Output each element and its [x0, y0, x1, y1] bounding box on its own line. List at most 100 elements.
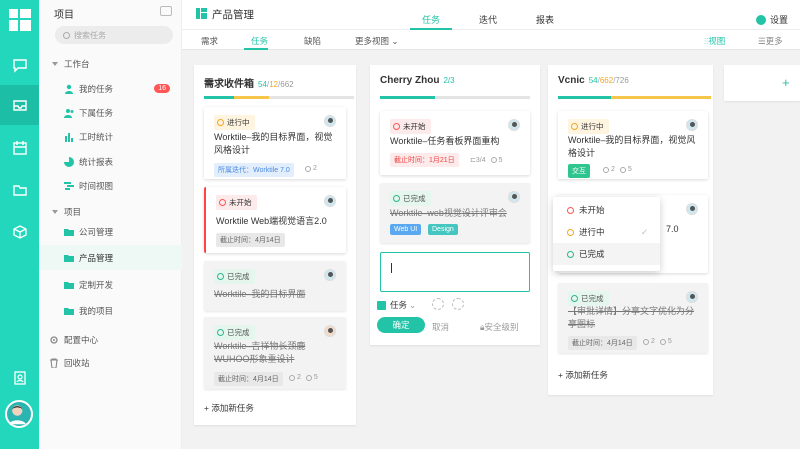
comment-count: 2 — [300, 165, 317, 172]
status-badge[interactable]: 已完成 — [214, 269, 255, 284]
settings-button[interactable]: 设置 — [755, 13, 788, 26]
view-bar: 需求 任务 缺陷 更多视图 ⌄ ⫶⫶ 视图 ☰ 更多 — [182, 30, 800, 50]
sidebar-item-reports[interactable]: 统计报表 — [39, 149, 182, 174]
task-card[interactable]: 已完成 Worktile–吉祥物长颈鹿 WUHOO形象重设计 截止时间：4月14… — [204, 317, 346, 389]
add-task-button[interactable]: + 添加新任务 — [204, 402, 254, 414]
sidebar-item-project[interactable]: 我的项目 — [39, 298, 182, 323]
task-card[interactable]: 已完成 Worktile–web视觉设计评审会 Web UI Design — [380, 183, 530, 243]
column-title[interactable]: Cherry Zhou 2/3 — [380, 75, 455, 86]
status-badge[interactable]: 已完成 — [214, 325, 255, 340]
sidebar: 项目 搜索任务 工作台 我的任务 16 下属任务 工时统计 统计报表 时间视图 … — [39, 0, 182, 449]
rail-calendar-button[interactable] — [0, 128, 39, 168]
column-title[interactable]: Vcnic 54/662/726 — [558, 75, 629, 86]
sidebar-item-project[interactable]: 公司管理 — [39, 219, 182, 244]
projects-group[interactable]: 项目 — [52, 206, 81, 218]
rail-box-button[interactable] — [0, 212, 39, 252]
status-option-not-started[interactable]: 未开始 — [553, 199, 660, 221]
new-task-input[interactable] — [380, 252, 530, 292]
status-dot-icon — [217, 273, 224, 280]
comment-icon — [619, 166, 626, 173]
status-dropdown: 未开始 进行中 ✓ 已完成 — [553, 197, 660, 271]
assignee-avatar[interactable] — [686, 119, 698, 131]
status-badge[interactable]: 进行中 — [214, 115, 255, 130]
label-tag[interactable]: Design — [428, 224, 458, 235]
assignee-picker-icon[interactable] — [432, 298, 444, 310]
tab-reports[interactable]: 报表 — [536, 13, 554, 26]
assignee-avatar[interactable] — [508, 119, 520, 131]
assignee-avatar[interactable] — [324, 325, 336, 337]
assignee-avatar[interactable] — [324, 269, 336, 281]
sidebar-item-label: 下属任务 — [79, 107, 114, 118]
status-label: 已完成 — [403, 194, 426, 203]
rail-inbox-button[interactable] — [0, 85, 39, 125]
subtab-bugs[interactable]: 缺陷 — [304, 35, 321, 47]
status-badge[interactable]: 已完成 — [390, 191, 431, 206]
confirm-button[interactable]: 确定 — [377, 317, 425, 333]
search-input[interactable]: 搜索任务 — [55, 26, 173, 44]
due-date-tag[interactable]: 截止时间：4月14日 — [214, 372, 283, 386]
assignee-avatar[interactable] — [508, 191, 520, 203]
sidebar-item-timeline[interactable]: 时间视图 — [39, 173, 182, 198]
task-card[interactable]: 进行中 Worktile–我的目标界面，视觉风格设计 交互 25 — [558, 111, 708, 179]
security-level-button[interactable]: 🔒︎ 安全级别 — [480, 321, 519, 333]
sidebar-item-my-tasks[interactable]: 我的任务 16 — [39, 76, 182, 101]
user-avatar[interactable] — [5, 400, 33, 428]
watcher-picker-icon[interactable] — [452, 298, 464, 310]
subtab-requirements[interactable]: 需求 — [201, 35, 218, 47]
more-button[interactable]: ☰ 更多 — [758, 35, 783, 47]
assignee-avatar[interactable] — [324, 115, 336, 127]
sidebar-item-config[interactable]: 配置中心 — [49, 334, 98, 346]
meta-value: 2 — [611, 166, 615, 173]
add-column-icon[interactable]: + — [782, 75, 790, 90]
task-card[interactable]: 已完成 【审批详情】分享文字优化为分享图标 截止时间：4月14日 25 — [558, 283, 708, 353]
task-card[interactable]: 已完成 Worktile–我的目标界面 — [204, 261, 346, 311]
sidebar-item-hours[interactable]: 工时统计 — [39, 124, 182, 149]
column-count: 54/12/662 — [258, 80, 294, 89]
view-button[interactable]: ⫶⫶ 视图 — [704, 35, 725, 47]
task-card[interactable]: 未开始 Worktile Web端视觉语言2.0 截止时间：4月14日 — [204, 187, 346, 253]
sidebar-item-subordinate[interactable]: 下属任务 — [39, 100, 182, 125]
sidebar-item-project-active[interactable]: 产品管理 — [39, 245, 182, 270]
task-type-select[interactable]: 任务 ⌄ — [377, 299, 416, 311]
status-label: 已完成 — [227, 272, 250, 281]
due-date-tag[interactable]: 截止时间：4月14日 — [216, 233, 285, 247]
assignee-avatar[interactable] — [686, 203, 698, 215]
cancel-button[interactable]: 取消 — [432, 321, 449, 333]
app-logo-icon[interactable] — [9, 9, 31, 31]
sidebar-item-label: 我的任务 — [79, 83, 114, 94]
task-card[interactable]: 未开始 Worktile–任务看板界面重构 截止时间：1月21日 ⊏ 3/4 5 — [380, 111, 530, 175]
subtab-tasks[interactable]: 任务 — [251, 35, 268, 47]
due-date-tag[interactable]: 截止时间：1月21日 — [390, 153, 459, 167]
meta-value: 2 — [651, 338, 655, 345]
workbench-group[interactable]: 工作台 — [52, 58, 90, 70]
inbox-icon[interactable] — [160, 6, 172, 16]
column-title[interactable]: 需求收件箱 54/12/662 — [204, 75, 294, 90]
add-task-button[interactable]: + 添加新任务 — [558, 369, 608, 381]
subtab-more-views[interactable]: 更多视图 ⌄ — [355, 35, 399, 47]
label-tag[interactable]: Web UI — [390, 224, 422, 235]
assignee-avatar[interactable] — [324, 195, 336, 207]
card-meta: ⊏ 3/4 5 — [470, 156, 503, 165]
search-placeholder: 搜索任务 — [74, 30, 106, 40]
tab-tasks[interactable]: 任务 — [422, 13, 440, 26]
due-date-tag[interactable]: 截止时间：4月14日 — [568, 336, 637, 350]
rail-contacts-button[interactable] — [0, 358, 39, 398]
task-card[interactable]: 进行中 Worktile–我的目标界面，视觉风格设计 所属迭代：Worktile… — [204, 107, 346, 179]
status-option-done[interactable]: 已完成 — [553, 243, 660, 265]
rail-chat-button[interactable] — [0, 45, 39, 85]
rail-folder-button[interactable] — [0, 170, 39, 210]
subtab-indicator — [244, 48, 268, 50]
status-badge[interactable]: 已完成 — [568, 291, 609, 306]
iteration-tag[interactable]: 所属迭代：Worktile 7.0 — [214, 163, 294, 177]
assignee-avatar[interactable] — [686, 291, 698, 303]
sidebar-item-project[interactable]: 定制开发 — [39, 272, 182, 297]
label-tag[interactable]: 交互 — [568, 164, 590, 178]
sidebar-item-recycle[interactable]: 回收站 — [49, 357, 90, 369]
sidebar-item-label: 我的项目 — [79, 305, 114, 316]
status-badge[interactable]: 进行中 — [568, 119, 609, 134]
tab-iterations[interactable]: 迭代 — [479, 13, 497, 26]
status-badge[interactable]: 未开始 — [216, 195, 257, 210]
add-column-panel[interactable]: + — [724, 65, 800, 101]
status-option-in-progress[interactable]: 进行中 ✓ — [553, 221, 660, 243]
status-badge[interactable]: 未开始 — [390, 119, 431, 134]
